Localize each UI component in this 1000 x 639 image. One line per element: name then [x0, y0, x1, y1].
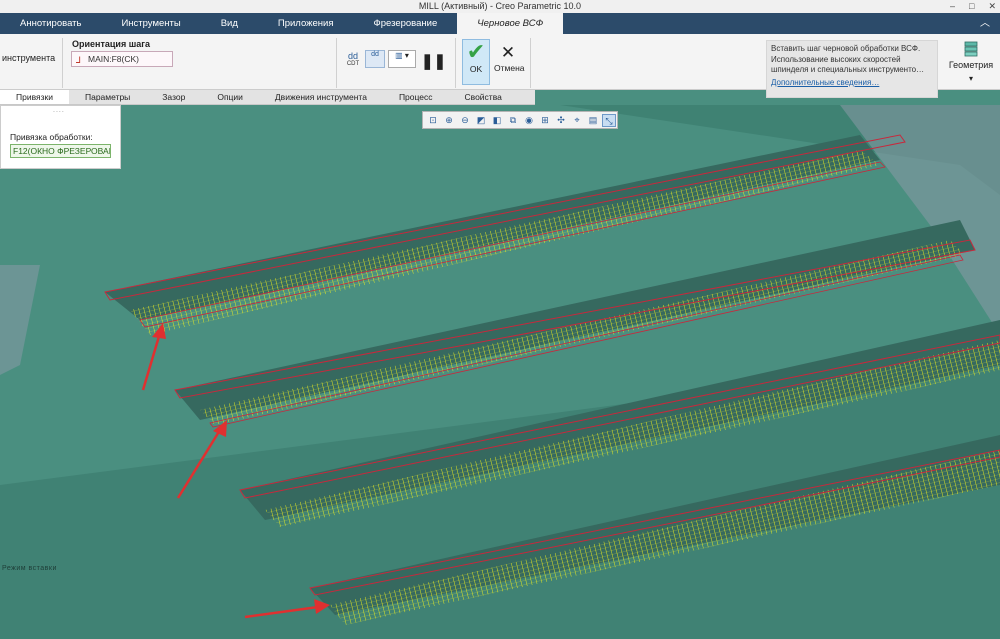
maximize-button[interactable]: □ — [969, 0, 974, 13]
ok-button[interactable]: ✔ OK — [462, 39, 490, 85]
geometry-label: Геометрия — [948, 60, 994, 70]
divider — [530, 38, 531, 88]
divider — [455, 38, 456, 88]
ok-label: OK — [469, 64, 483, 74]
minimize-button[interactable]: – — [950, 0, 955, 13]
tab-tools[interactable]: Инструменты — [101, 13, 200, 34]
refit-icon[interactable]: ⊡ — [426, 114, 440, 127]
spin-center-icon[interactable]: ✣ — [554, 114, 568, 127]
tab-tool-motions[interactable]: Движения инструмента — [259, 90, 383, 104]
tool-label: инструмента — [2, 53, 56, 63]
title-bar: MILL (Активный) - Creo Parametric 10.0 –… — [0, 0, 1000, 13]
help-box: Вставить шаг черновой обработки ВСФ. Исп… — [766, 40, 938, 98]
named-views-icon[interactable]: ⧉ — [506, 114, 520, 127]
help-text: Вставить шаг черновой обработки ВСФ. Исп… — [771, 44, 925, 74]
dashboard-tabs: Привязки Параметры Зазор Опции Движения … — [0, 90, 535, 105]
machining-reference-label: Привязка обработки: — [10, 132, 93, 142]
tab-clearance[interactable]: Зазор — [146, 90, 201, 104]
close-button[interactable]: ✕ — [988, 0, 996, 13]
model-scene — [0, 105, 1000, 639]
divider — [336, 38, 337, 88]
zoom-in-icon[interactable]: ⊕ — [442, 114, 456, 127]
active-filter-icon[interactable]: ⤡ — [602, 113, 616, 127]
graphics-viewport[interactable] — [0, 105, 1000, 639]
cancel-button[interactable]: ✕ Отмена — [493, 42, 525, 82]
geometry-icon — [964, 41, 978, 57]
csys-icon: ⅃ — [76, 55, 82, 65]
orientation-value: MAIN:F8(CK) — [88, 54, 139, 64]
tab-annotate[interactable]: Аннотировать — [0, 13, 101, 34]
ribbon-tabs: Аннотировать Инструменты Вид Приложения … — [0, 13, 1000, 34]
ribbon-panel: инструмента Ориентация шага ⅃ MAIN:F8(CK… — [0, 34, 1000, 98]
tab-view[interactable]: Вид — [201, 13, 258, 34]
pause-icon: ❚❚ — [421, 53, 447, 70]
view-manager-icon[interactable]: ◉ — [522, 114, 536, 127]
cdt-icon: dd — [347, 51, 358, 61]
graphics-toolbar: ⊡ ⊕ ⊖ ◩ ◧ ⧉ ◉ ⊞ ✣ ⌖ ▤ ⤡ — [422, 111, 618, 129]
pause-button[interactable]: ❚❚ — [420, 52, 446, 72]
zoom-out-icon[interactable]: ⊖ — [458, 114, 472, 127]
divider — [62, 38, 63, 88]
tab-options[interactable]: Опции — [201, 90, 259, 104]
cdt-button[interactable]: dd CDT — [344, 50, 362, 72]
repaint-icon[interactable]: ◩ — [474, 114, 488, 127]
geometry-button[interactable]: Геометрия ▾ — [948, 38, 994, 94]
references-panel: .... Привязка обработки: F12(ОКНО ФРЕЗЕР… — [0, 105, 121, 169]
orientation-title: Ориентация шага — [72, 39, 150, 49]
tab-parameters[interactable]: Параметры — [69, 90, 146, 104]
tab-rough-hsm[interactable]: Черновое ВСФ — [457, 13, 564, 34]
tab-applications[interactable]: Приложения — [258, 13, 354, 34]
checkmark-icon: ✔ — [466, 39, 486, 64]
verify-dropdown-button[interactable]: ▥ ▾ — [388, 50, 416, 68]
help-link[interactable]: Дополнительные сведения… — [771, 78, 933, 89]
chevron-down-icon: ▾ — [404, 51, 409, 60]
collapse-ribbon-icon[interactable]: ︿ — [980, 13, 990, 34]
tab-milling[interactable]: Фрезерование — [353, 13, 457, 34]
cancel-x-icon: ✕ — [500, 43, 516, 62]
orientation-field[interactable]: ⅃ MAIN:F8(CK) — [71, 51, 173, 67]
annotation-icon[interactable]: ⌖ — [570, 114, 584, 127]
chevron-down-icon: ▾ — [968, 74, 973, 83]
display-style-icon[interactable]: ◧ — [490, 114, 504, 127]
tab-references[interactable]: Привязки — [0, 90, 69, 104]
verify-icon: ▥ — [395, 51, 403, 60]
tab-process[interactable]: Процесс — [383, 90, 449, 104]
window-title: MILL (Активный) - Creo Parametric 10.0 — [418, 1, 582, 11]
machining-reference-field[interactable]: F12(ОКНО ФРЕЗЕРОВАНИ — [10, 144, 111, 158]
cdt-label: CDT — [346, 61, 360, 67]
tab-properties[interactable]: Свойства — [449, 90, 518, 104]
panel-grip[interactable]: .... — [53, 107, 65, 114]
appearance-icon[interactable]: ▤ — [586, 114, 600, 127]
preview-icon: dd — [371, 51, 379, 58]
datum-display-icon[interactable]: ⊞ — [538, 114, 552, 127]
status-text: Режим вставки — [2, 565, 57, 572]
preview-toggle-button[interactable]: dd — [365, 50, 385, 68]
cancel-label: Отмена — [494, 63, 525, 73]
